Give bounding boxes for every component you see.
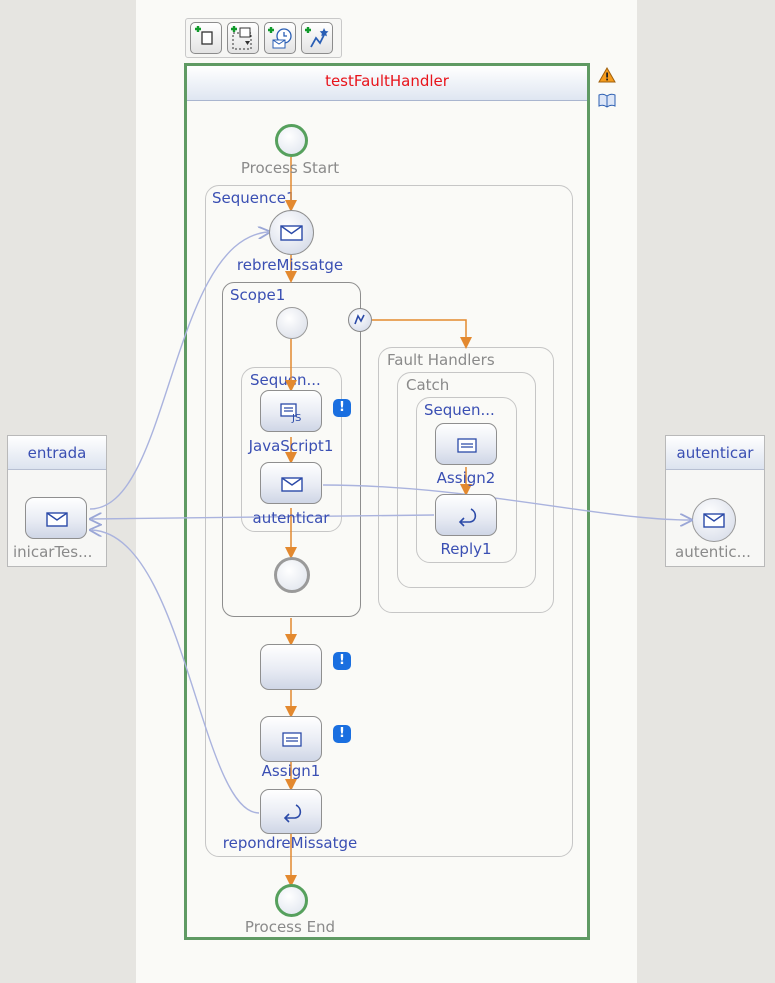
assign-icon [282,732,302,747]
receive-rebremissatge-label: rebreMissatge [236,256,344,274]
assign2-label: Assign2 [436,469,496,487]
invoke-autenticar-activity[interactable] [260,462,322,504]
javascript-icon: JS [280,403,301,424]
link-autenticar-invoke[interactable] [322,484,690,520]
reply-repondremissatge[interactable] [260,789,322,834]
assign-icon [457,438,477,453]
process-end-label: Process End [244,918,336,936]
reply1-label: Reply1 [440,540,492,558]
envelope-icon [280,225,303,241]
empty-activity[interactable] [260,644,322,690]
reply-icon [283,804,302,823]
assign1-warning-icon[interactable]: ! [333,725,351,743]
reply1-activity[interactable] [435,494,497,536]
process-end-event[interactable] [275,884,308,917]
reply-icon [458,508,477,527]
process-start-event[interactable] [275,124,308,157]
javascript1-warning-icon[interactable]: ! [333,399,351,417]
reply-repondremissatge-label: repondreMissatge [222,834,358,852]
scope-end-event[interactable] [274,557,310,593]
receive-rebremissatge[interactable] [269,210,314,255]
empty-activity-warning-icon[interactable]: ! [333,652,351,670]
javascript1-label: JavaScript1 [248,437,334,455]
fault-handler-indicator[interactable] [348,308,372,332]
assign2-activity[interactable] [435,423,497,465]
envelope-icon [281,477,303,492]
javascript1-activity[interactable]: JS [260,390,322,432]
assign1-activity[interactable] [260,716,322,762]
assign1-label: Assign1 [261,762,321,780]
flow-connections [0,157,775,887]
svg-text:JS: JS [291,413,301,424]
invoke-autenticar-label: autenticar [252,509,330,527]
lightning-icon [354,314,365,325]
process-start-label: Process Start [240,159,340,177]
scope-start-event[interactable] [276,307,308,339]
